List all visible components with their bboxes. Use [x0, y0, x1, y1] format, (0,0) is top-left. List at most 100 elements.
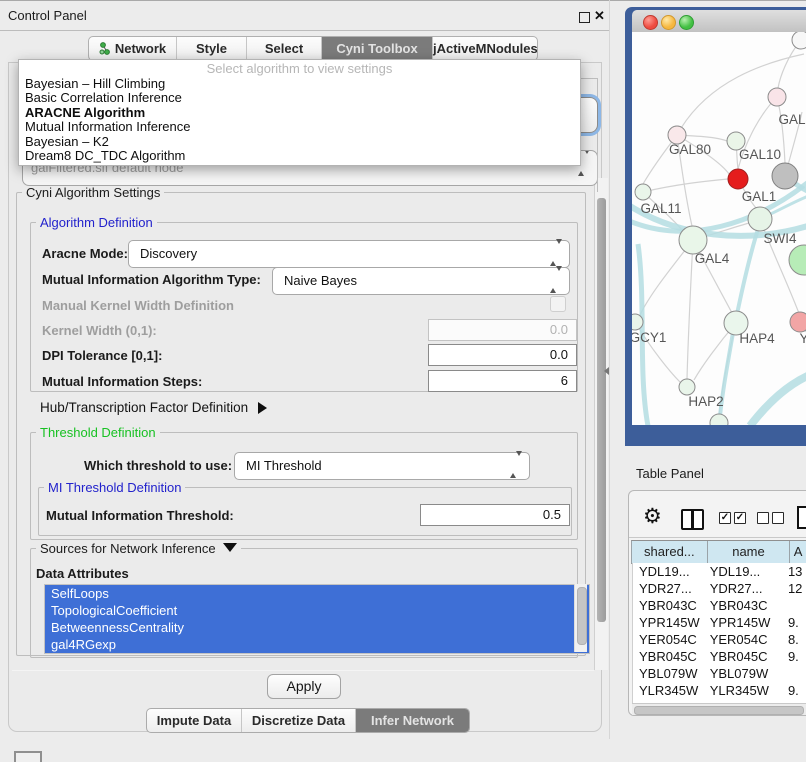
sources-group-title[interactable]: Sources for Network Inference	[36, 541, 241, 556]
control-panel-tabbar: Network Style Select Cyni Toolbox jActiv…	[88, 36, 538, 61]
column-header-partial[interactable]: A	[790, 541, 806, 563]
minimized-panel-icon[interactable]	[14, 751, 42, 762]
column-header-name[interactable]: name	[708, 541, 791, 563]
scrollbar-thumb[interactable]	[597, 198, 606, 622]
dpi-tolerance-field[interactable]: 0.0	[428, 344, 577, 366]
splitter-collapse-arrow[interactable]	[604, 367, 609, 375]
apply-button[interactable]: Apply	[267, 674, 341, 699]
gear-icon[interactable]: ⚙	[643, 504, 662, 529]
chevron-updown-icon	[510, 456, 522, 474]
network-node[interactable]	[792, 32, 806, 49]
document-icon[interactable]	[797, 506, 806, 529]
tab-infer-network[interactable]: Infer Network	[356, 709, 469, 732]
column-header-shared-name[interactable]: shared...	[632, 541, 708, 563]
tab-impute-data[interactable]: Impute Data	[147, 709, 242, 732]
tab-discretize-data[interactable]: Discretize Data	[242, 709, 356, 732]
zoom-button[interactable]	[679, 15, 694, 30]
table-cell	[786, 597, 806, 614]
table-row[interactable]: YBL079WYBL079W	[633, 665, 806, 682]
network-node-label: GAL11	[640, 201, 681, 216]
network-node[interactable]	[789, 245, 806, 275]
aracne-mode-combobox[interactable]: Discovery	[128, 240, 570, 268]
settings-scroll-viewport: Cyni Algorithm Settings Algorithm Defini…	[12, 178, 594, 670]
algorithm-option[interactable]: Mutual Information Inference	[19, 120, 580, 134]
columns-icon[interactable]	[681, 509, 704, 530]
tab-label: Cyni Toolbox	[336, 41, 417, 56]
network-node[interactable]	[632, 314, 643, 330]
which-threshold-value: MI Threshold	[246, 458, 322, 473]
algorithm-option[interactable]: Dream8 DC_TDC Algorithm	[19, 149, 580, 163]
network-node[interactable]	[679, 379, 695, 395]
aracne-mode-value: Discovery	[140, 246, 197, 261]
network-window-titlebar[interactable]	[632, 10, 806, 33]
network-node[interactable]	[635, 184, 651, 200]
mi-type-combobox[interactable]: Naive Bayes	[272, 267, 570, 295]
network-node[interactable]	[748, 207, 772, 231]
scrollbar-thumb[interactable]	[577, 587, 587, 645]
table-cell: YBR045C	[706, 648, 786, 665]
tab-select[interactable]: Select	[247, 37, 322, 60]
table-cell: YBR043C	[706, 597, 786, 614]
chevron-right-icon	[258, 402, 267, 414]
network-node[interactable]	[710, 414, 728, 425]
close-button[interactable]	[643, 15, 658, 30]
attribute-item[interactable]: BetweennessCentrality	[45, 619, 589, 636]
table-cell: YPR145W	[633, 614, 706, 631]
algorithm-option[interactable]: Bayesian – Hill Climbing	[19, 77, 580, 91]
algorithm-option[interactable]: Bayesian – K2	[19, 135, 580, 149]
settings-vertical-scrollbar[interactable]	[594, 178, 608, 670]
application-root: Control Panel ✕ Network Style Select Cyn…	[0, 0, 806, 762]
mi-steps-field[interactable]: 6	[428, 370, 577, 392]
chevron-down-icon	[223, 543, 237, 552]
table-row[interactable]: YBR043CYBR043C	[633, 597, 806, 614]
float-window-icon[interactable]	[579, 12, 590, 23]
table-row[interactable]: YDL19...YDL19...13	[633, 563, 806, 580]
network-node[interactable]	[679, 226, 707, 254]
table-row[interactable]: YBR045CYBR045C9.	[633, 648, 806, 665]
panel-divider	[609, 0, 610, 739]
hub-section-toggle[interactable]: Hub/Transcription Factor Definition	[40, 400, 267, 415]
table-horizontal-scrollbar[interactable]	[632, 703, 806, 715]
attribute-list-scrollbar[interactable]	[574, 584, 587, 652]
table-row[interactable]: YLR345WYLR345W9.	[633, 682, 806, 699]
checked-checkbox-icon[interactable]: ✓	[734, 512, 746, 524]
data-attributes-list[interactable]: SelfLoopsTopologicalCoefficientBetweenne…	[44, 584, 590, 654]
table-row[interactable]: YPR145WYPR145W9.	[633, 614, 806, 631]
tab-label: Style	[196, 41, 227, 56]
attribute-item[interactable]: gal4RGexp	[45, 636, 589, 653]
algorithm-option[interactable]: Basic Correlation Inference	[19, 91, 580, 105]
network-node[interactable]	[772, 163, 798, 189]
algorithm-option[interactable]: ARACNE Algorithm	[19, 106, 580, 120]
network-window[interactable]: GALGAL80GAL10GAL1GAL11SWI4GAL4GCY1HAP4YH…	[625, 7, 806, 446]
checked-checkbox-icon[interactable]: ✓	[719, 512, 731, 524]
table-row[interactable]: YER054CYER054C8.	[633, 631, 806, 648]
tab-label: Infer Network	[371, 713, 454, 728]
mi-steps-label: Mutual Information Steps:	[42, 374, 202, 389]
tab-jactivemnodules[interactable]: jActiveMNodules	[433, 37, 537, 60]
close-icon[interactable]: ✕	[594, 8, 605, 24]
mi-threshold-field[interactable]: 0.5	[420, 504, 570, 526]
tab-network[interactable]: Network	[89, 37, 177, 60]
panel-title: Control Panel	[8, 8, 87, 23]
scrollbar-thumb[interactable]	[634, 706, 804, 715]
network-canvas[interactable]: GALGAL80GAL10GAL1GAL11SWI4GAL4GCY1HAP4YH…	[632, 32, 806, 425]
tab-style[interactable]: Style	[177, 37, 247, 60]
network-node[interactable]	[768, 88, 786, 106]
algorithm-definition-title: Algorithm Definition	[36, 215, 157, 230]
unchecked-checkbox-icon[interactable]	[757, 512, 769, 524]
manual-kernel-label: Manual Kernel Width Definition	[42, 298, 234, 313]
table-cell: 9.	[786, 648, 806, 665]
unchecked-checkbox-icon[interactable]	[772, 512, 784, 524]
table-cell: YBR043C	[633, 597, 706, 614]
minimize-button[interactable]	[661, 15, 676, 30]
which-threshold-combobox[interactable]: MI Threshold	[234, 452, 530, 480]
network-node[interactable]	[790, 312, 806, 332]
table-row[interactable]: YDR27...YDR27...12	[633, 580, 806, 597]
attribute-item[interactable]: SelfLoops	[45, 585, 589, 602]
table-body[interactable]: YDL19...YDL19...13YDR27...YDR27...12YBR0…	[632, 563, 806, 703]
network-node[interactable]	[728, 169, 748, 189]
tab-cyni-toolbox[interactable]: Cyni Toolbox	[322, 37, 433, 60]
control-panel-titlebar: Control Panel	[0, 1, 610, 31]
attribute-item[interactable]: TopologicalCoefficient	[45, 602, 589, 619]
sources-title-label: Sources for Network Inference	[40, 541, 216, 556]
